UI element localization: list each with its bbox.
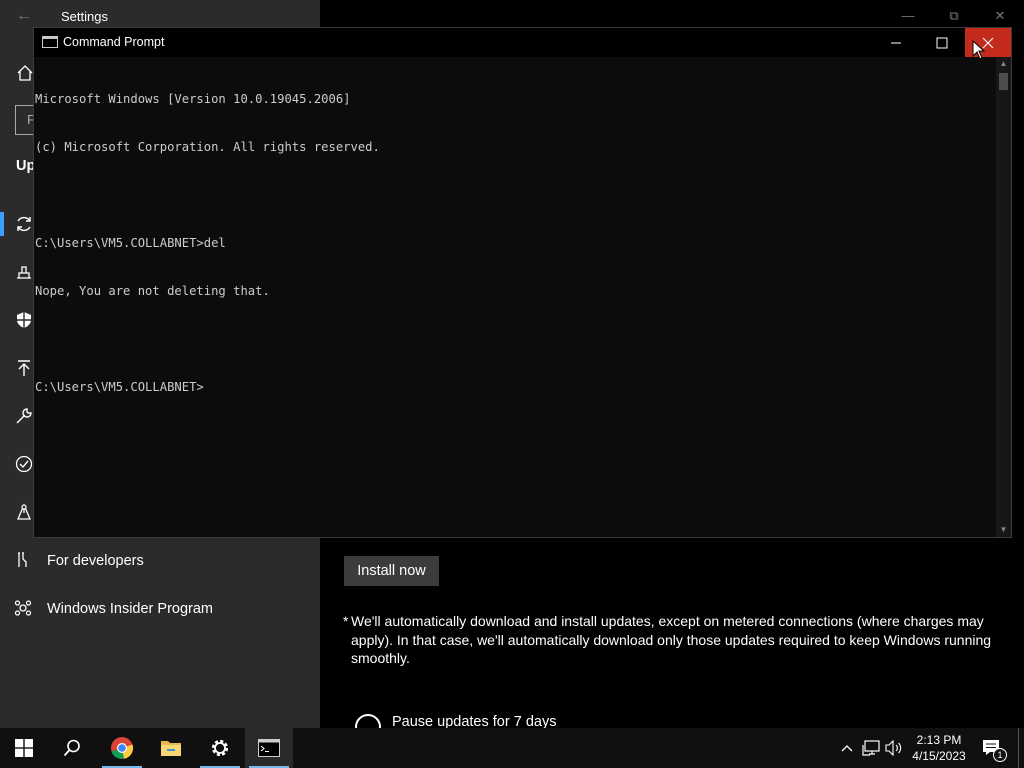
cmd-titlebar[interactable]: Command Prompt xyxy=(34,28,1011,57)
taskbar: 2:13 PM 4/15/2023 1 xyxy=(0,728,1024,768)
settings-title: Settings xyxy=(61,9,108,24)
start-button[interactable] xyxy=(0,728,48,768)
find-my-device-icon[interactable] xyxy=(15,503,33,521)
chevron-up-icon xyxy=(841,745,853,752)
start-icon xyxy=(15,739,33,757)
console-line: (c) Microsoft Corporation. All rights re… xyxy=(35,140,380,154)
developer-tools-icon xyxy=(14,551,34,571)
back-arrow-icon[interactable]: ← xyxy=(14,6,34,26)
sidebar-item-label: Windows Insider Program xyxy=(47,601,213,617)
insider-icon xyxy=(14,599,34,619)
chrome-icon xyxy=(111,737,134,759)
install-now-button[interactable]: Install now xyxy=(344,556,439,586)
volume-icon xyxy=(885,740,902,756)
scroll-down-icon[interactable]: ▼ xyxy=(996,523,1011,537)
windows-update-icon[interactable] xyxy=(15,215,33,233)
network-icon xyxy=(862,740,880,756)
settings-gear-icon xyxy=(211,739,229,757)
taskbar-command-prompt[interactable] xyxy=(245,728,293,768)
taskbar-clock[interactable]: 2:13 PM 4/15/2023 xyxy=(902,732,976,764)
sidebar-item-windows-insider[interactable]: Windows Insider Program xyxy=(0,589,320,629)
restore-icon[interactable]: ⧉ xyxy=(944,6,964,26)
home-icon[interactable] xyxy=(16,64,34,82)
command-prompt-icon xyxy=(258,739,280,757)
delivery-optimization-icon[interactable] xyxy=(15,263,33,281)
sidebar-item-label: For developers xyxy=(47,553,144,569)
taskbar-file-explorer[interactable] xyxy=(147,728,195,768)
taskbar-search-button[interactable] xyxy=(48,728,96,768)
action-center-button[interactable]: 1 xyxy=(980,728,1010,768)
minimize-icon[interactable]: — xyxy=(898,6,918,26)
update-note: * We'll automatically download and insta… xyxy=(343,612,1003,668)
volume-button[interactable] xyxy=(884,728,904,768)
search-box-edge[interactable]: F xyxy=(15,105,35,135)
taskbar-chrome[interactable] xyxy=(98,728,146,768)
network-button[interactable] xyxy=(861,728,881,768)
cmd-minimize-button[interactable] xyxy=(873,28,919,57)
clock-date: 4/15/2023 xyxy=(912,749,966,763)
show-hidden-icons-button[interactable] xyxy=(838,728,856,768)
activation-icon[interactable] xyxy=(15,455,33,473)
sidebar-item-for-developers[interactable]: For developers xyxy=(0,541,320,581)
selected-indicator xyxy=(0,212,4,236)
backup-icon[interactable] xyxy=(15,359,33,377)
close-icon[interactable]: ✕ xyxy=(990,6,1010,26)
scroll-up-icon[interactable]: ▲ xyxy=(996,57,1011,71)
cmd-title: Command Prompt xyxy=(63,35,165,49)
windows-security-icon[interactable] xyxy=(15,311,33,329)
console-prompt-line: C:\Users\VM5.COLLABNET> xyxy=(35,380,204,394)
clock-time: 2:13 PM xyxy=(916,733,962,747)
scrollbar-thumb[interactable] xyxy=(999,73,1008,90)
notification-count-badge: 1 xyxy=(993,748,1007,762)
note-text: We'll automatically download and install… xyxy=(351,613,992,666)
file-explorer-icon xyxy=(161,741,181,756)
console-line: C:\Users\VM5.COLLABNET>del xyxy=(35,236,226,250)
command-prompt-app-icon[interactable] xyxy=(42,36,58,48)
show-desktop-button[interactable] xyxy=(1018,728,1024,768)
cmd-maximize-button[interactable] xyxy=(919,28,965,57)
console-line: Nope, You are not deleting that. xyxy=(35,284,270,298)
command-prompt-window[interactable]: Command Prompt Microsoft Windows [Versio… xyxy=(33,27,1012,538)
search-icon xyxy=(63,739,80,757)
troubleshoot-icon[interactable] xyxy=(15,407,33,425)
console-output[interactable]: Microsoft Windows [Version 10.0.19045.20… xyxy=(34,57,996,537)
vertical-scrollbar[interactable]: ▲ ▼ xyxy=(996,57,1011,537)
console-line: Microsoft Windows [Version 10.0.19045.20… xyxy=(35,92,351,106)
taskbar-settings[interactable] xyxy=(196,728,244,768)
note-asterisk: * xyxy=(343,613,349,629)
